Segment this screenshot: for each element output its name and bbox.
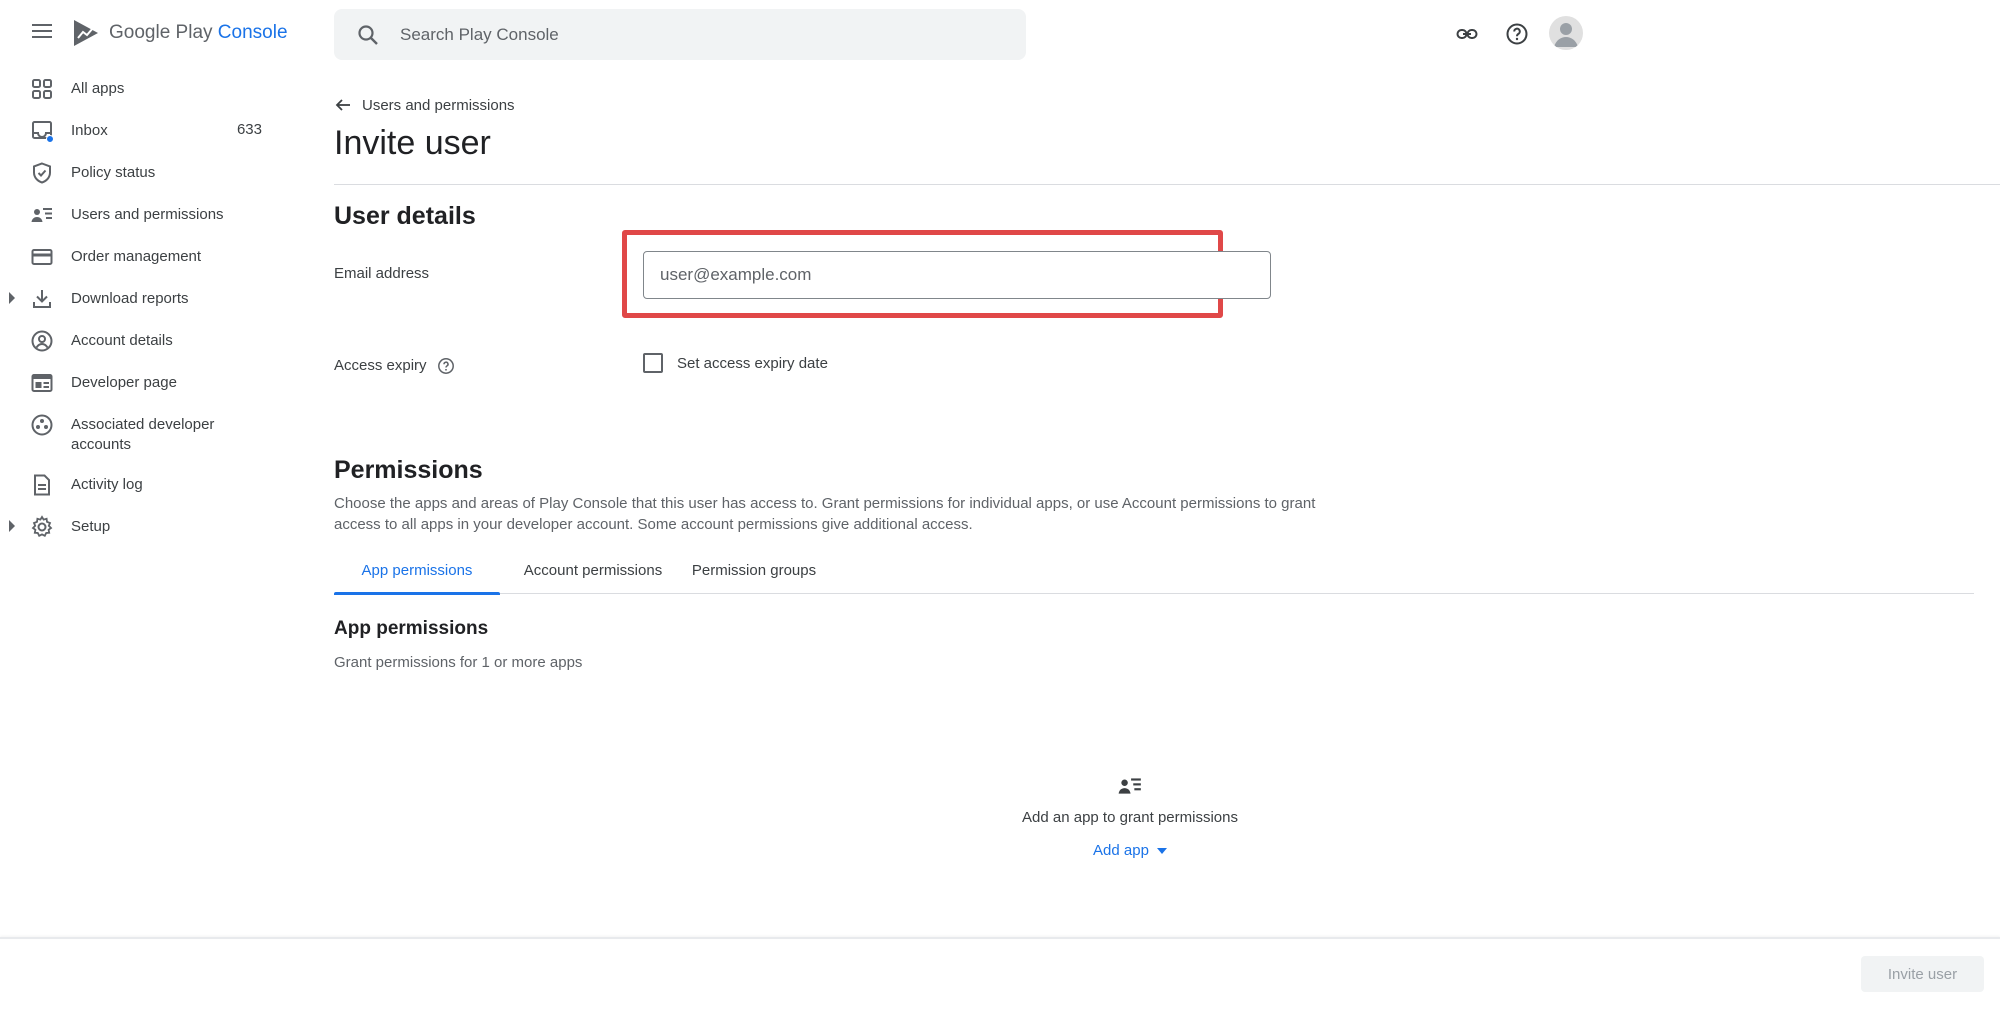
gear-icon (31, 515, 53, 538)
app-permissions-heading: App permissions (334, 618, 489, 639)
help-circle-icon[interactable] (437, 357, 455, 375)
web-page-icon (31, 374, 53, 392)
permissions-heading: Permissions (334, 456, 483, 484)
tab-account-permissions[interactable]: Account permissions (510, 550, 676, 594)
expand-arrow-icon[interactable] (9, 520, 15, 532)
sidebar-item-activity-log[interactable]: Activity log (0, 464, 300, 504)
arrow-back-icon (335, 99, 350, 111)
add-app-button[interactable]: Add app (1093, 842, 1167, 859)
hamburger-menu-icon[interactable] (28, 20, 56, 46)
email-address-label: Email address (334, 265, 430, 282)
permissions-description: Choose the apps and areas of Play Consol… (334, 495, 1316, 533)
tab-app-permissions[interactable]: App permissions (334, 550, 500, 595)
sidebar-item-order-management[interactable]: Order management (0, 236, 300, 276)
sidebar-item-users-and-permissions[interactable]: Users and permissions (0, 194, 300, 234)
sidebar-item-setup[interactable]: Setup (0, 506, 300, 546)
account-circle-icon (31, 330, 53, 352)
linked-accounts-icon (31, 414, 53, 436)
users-list-icon (1118, 778, 1141, 794)
access-expiry-label: Access expiry (334, 357, 427, 374)
search-icon (358, 24, 378, 45)
top-bar: Google Play Console (0, 0, 2000, 66)
shield-check-icon (33, 162, 51, 184)
logo-text-main: Google Play (109, 22, 213, 43)
sidebar-item-label: Inbox (71, 122, 108, 139)
sidebar-item-label: Activity log (71, 476, 143, 493)
page-title: Invite user (334, 124, 491, 162)
credit-card-icon (31, 249, 53, 265)
search-bar[interactable] (334, 9, 1026, 60)
sidebar-item-label: Order management (71, 248, 202, 265)
inbox-count-badge: 633 (236, 121, 262, 138)
title-divider (334, 184, 2000, 185)
empty-state: Add an app to grant permissions Add app (1000, 773, 1260, 860)
sidebar-item-label: Policy status (71, 164, 156, 181)
logo-text-sub: Console (217, 22, 288, 43)
sidebar-item-developer-page[interactable]: Developer page (0, 362, 300, 402)
person-icon (1554, 23, 1578, 47)
breadcrumb-link[interactable]: Users and permissions (362, 97, 515, 114)
sidebar-item-policy-status[interactable]: Policy status (0, 152, 300, 192)
sidebar-item-label: All apps (71, 80, 125, 97)
user-details-heading: User details (334, 202, 476, 230)
expand-arrow-icon[interactable] (9, 292, 15, 304)
play-console-app: Google Play Console Search Play Console … (0, 0, 2000, 1009)
help-icon[interactable] (1497, 14, 1537, 54)
email-field[interactable] (643, 251, 1271, 299)
sidebar-item-label: Download reports (71, 290, 189, 307)
logo-text: Google Play Console (109, 22, 288, 44)
access-expiry-checkbox[interactable] (643, 353, 663, 373)
permissions-tabs: App permissions Account permissions Perm… (334, 550, 1974, 595)
play-console-logo-icon (74, 20, 98, 46)
sidebar-item-inbox[interactable]: Inbox 633 (0, 110, 300, 150)
sidebar-item-label: Developer page (71, 374, 177, 391)
sidebar-item-label: Users and permissions (71, 206, 224, 223)
footer-divider (0, 937, 2000, 939)
dropdown-caret-icon (1156, 847, 1167, 854)
sidebar-item-label: Account details (71, 332, 173, 349)
users-list-icon (31, 208, 52, 222)
inbox-icon (32, 121, 54, 143)
sidebar-item-account-details[interactable]: Account details (0, 320, 300, 360)
access-expiry-checkbox-label: Set access expiry date (677, 354, 828, 372)
sidebar-item-associated-developer-accounts[interactable]: Associated developer accounts (0, 404, 300, 458)
download-icon (33, 290, 51, 308)
google-play-console-logo[interactable]: Google Play Console (71, 17, 288, 49)
account-avatar[interactable] (1549, 16, 1583, 50)
link-icon[interactable] (1447, 14, 1487, 54)
document-icon (34, 474, 50, 496)
tab-permission-groups[interactable]: Permission groups (682, 550, 826, 594)
invite-user-button[interactable]: Invite user (1861, 956, 1984, 992)
access-expiry-label-row: Access expiry (334, 357, 455, 375)
sidebar-item-all-apps[interactable]: All apps (0, 68, 300, 108)
apps-grid-icon (32, 79, 52, 99)
breadcrumb[interactable]: Users and permissions (334, 96, 515, 114)
sidebar-item-label: Setup (71, 518, 111, 535)
access-expiry-checkbox-row[interactable]: Set access expiry date (643, 353, 828, 373)
sidebar-item-label: Associated developer accounts (71, 416, 215, 453)
app-permissions-description: Grant permissions for 1 or more apps (334, 654, 583, 671)
sidebar-item-download-reports[interactable]: Download reports (0, 278, 300, 318)
add-app-label: Add app (1093, 842, 1149, 859)
search-input[interactable] (400, 24, 1000, 45)
empty-state-text: Add an app to grant permissions (1022, 809, 1238, 826)
